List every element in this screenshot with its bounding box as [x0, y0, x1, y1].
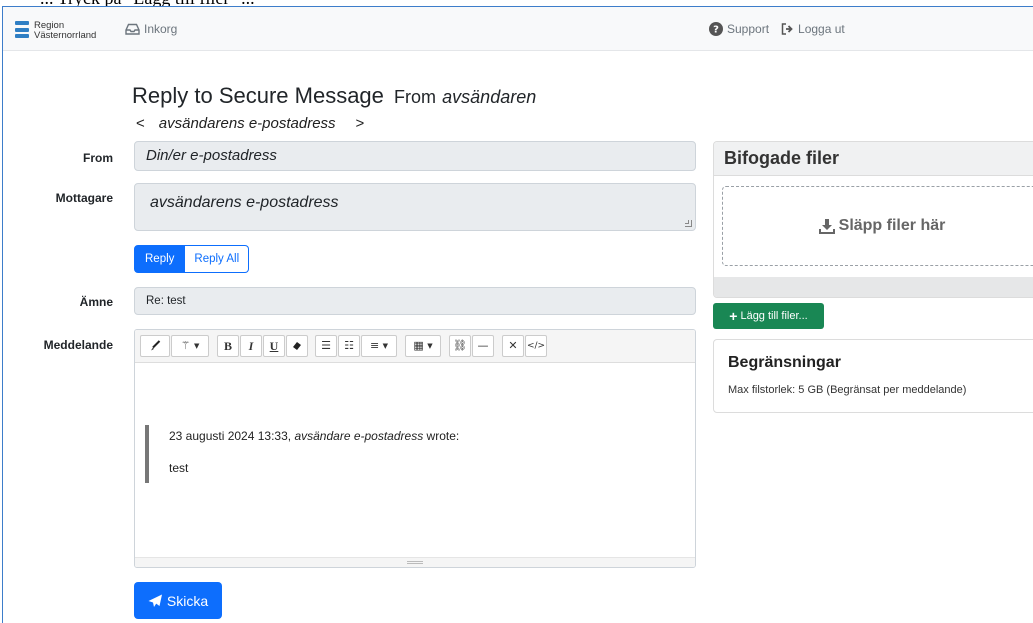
magic-wand-icon: ⚚	[180, 339, 191, 352]
attachments-title: Bifogade filer	[714, 142, 1033, 176]
app-frame: Region Västernorrland Inkorg ? Support L…	[2, 6, 1033, 623]
horizontal-rule-button[interactable]: —	[472, 335, 494, 357]
message-editor: ⚚ ▼ B I U ☰ ☷ ≡ ▼ ▦ ▼ ⛓ — ✕ </> 23 augus…	[134, 329, 696, 568]
italic-button[interactable]: I	[240, 335, 262, 357]
page-title: Reply to Secure Message From avsändaren	[132, 83, 536, 109]
navbar: Region Västernorrland Inkorg ? Support L…	[3, 7, 1033, 51]
bold-button[interactable]: B	[217, 335, 239, 357]
align-icon: ≡	[369, 339, 380, 352]
subject-label: Ämne	[79, 295, 113, 309]
bold-icon: B	[223, 339, 232, 353]
sender-open-bracket: <	[136, 115, 145, 132]
horizontal-rule-icon: —	[477, 339, 489, 352]
nav-inbox-link[interactable]: Inkorg	[125, 22, 177, 36]
svg-text:?: ?	[713, 25, 719, 36]
quote-header: 23 augusti 2024 13:33, avsändare e-posta…	[169, 429, 625, 443]
add-files-label: Lägg till filer...	[740, 310, 808, 322]
download-icon	[818, 219, 835, 234]
paper-plane-icon	[148, 594, 162, 607]
underline-button[interactable]: U	[263, 335, 285, 357]
inbox-icon	[125, 23, 140, 35]
bullet-list-icon: ☰	[321, 339, 331, 352]
limits-card: Begränsningar Max filstorlek: 5 GB (Begr…	[713, 339, 1033, 413]
link-button[interactable]: ⛓	[449, 335, 471, 357]
reply-all-button[interactable]: Reply All	[185, 245, 250, 273]
send-label: Skicka	[166, 592, 209, 609]
sign-out-icon	[781, 23, 793, 35]
quote-sender: avsändare e-postadress	[294, 429, 424, 443]
ordered-list-icon: ☷	[344, 339, 354, 352]
chevron-down-icon: ▼	[193, 342, 200, 350]
recipient-value: avsändarens e-postadress	[150, 194, 339, 211]
chevron-down-icon: ▼	[427, 342, 433, 350]
logo-line-2: Västernorrland	[34, 30, 97, 41]
from-field[interactable]: Din/er e-postadress	[134, 141, 696, 171]
sender-address-line: < avsändarens e-postadress >	[136, 115, 364, 132]
logo-icon	[15, 21, 29, 38]
quote-wrote: wrote:	[426, 429, 460, 443]
page-title-sender-name: avsändaren	[442, 87, 537, 107]
magic-style-dropdown[interactable]: ⚚ ▼	[171, 335, 209, 357]
italic-icon: I	[248, 339, 254, 353]
code-icon: </>	[526, 341, 546, 351]
eraser-icon	[293, 342, 301, 350]
logo-text: Region Västernorrland	[34, 21, 96, 41]
page-title-from: From	[394, 87, 437, 107]
file-dropzone[interactable]: Släpp filer här	[722, 186, 1033, 266]
subject-field[interactable]: Re: test	[134, 287, 696, 315]
nav-inbox-label: Inkorg	[144, 22, 178, 36]
link-icon: ⛓	[453, 339, 467, 352]
message-label: Meddelande	[43, 338, 113, 352]
page-title-text: Reply to Secure Message	[132, 83, 384, 108]
eraser-button[interactable]	[286, 335, 308, 357]
attachments-card: Bifogade filer Släpp filer här	[713, 141, 1033, 298]
quoted-message: 23 augusti 2024 13:33, avsändare e-posta…	[145, 425, 625, 483]
plus-icon: +	[729, 308, 738, 324]
support-label: Support	[727, 22, 770, 36]
brush-icon	[151, 340, 161, 351]
editor-body[interactable]: 23 augusti 2024 13:33, avsändare e-posta…	[135, 363, 695, 558]
resize-grip-icon[interactable]	[685, 220, 692, 227]
send-button[interactable]: Skicka	[134, 582, 222, 619]
from-label: From	[83, 151, 113, 165]
quote-date: 23 augusti 2024 13:33,	[169, 429, 292, 443]
code-view-button[interactable]: </>	[525, 335, 547, 357]
reply-toggle-group: Reply Reply All	[134, 245, 250, 273]
dropzone-label: Släpp filer här	[838, 217, 946, 234]
ordered-list-button[interactable]: ☷	[338, 335, 360, 357]
support-link[interactable]: ? Support	[709, 22, 769, 36]
grip-icon	[407, 561, 423, 564]
fullscreen-button[interactable]: ✕	[502, 335, 524, 357]
nav-right: ? Support Logga ut	[709, 22, 845, 36]
question-circle-icon: ?	[709, 22, 723, 36]
add-files-button[interactable]: + Lägg till filer...	[713, 303, 824, 329]
attachments-footer	[714, 277, 1033, 297]
align-dropdown[interactable]: ≡ ▼	[361, 335, 397, 357]
table-dropdown[interactable]: ▦ ▼	[405, 335, 441, 357]
underline-icon: U	[269, 339, 279, 353]
sender-address: avsändarens e-postadress	[158, 115, 336, 132]
limits-text: Max filstorlek: 5 GB (Begränsat per medd…	[728, 384, 967, 396]
editor-toolbar: ⚚ ▼ B I U ☰ ☷ ≡ ▼ ▦ ▼ ⛓ — ✕ </>	[135, 330, 695, 363]
bullet-list-button[interactable]: ☰	[315, 335, 337, 357]
recipient-field[interactable]: avsändarens e-postadress	[134, 183, 696, 231]
chevron-down-icon: ▼	[382, 342, 389, 350]
quote-body: test	[169, 461, 189, 475]
style-brush-button[interactable]	[140, 335, 170, 357]
limits-title: Begränsningar	[728, 354, 841, 371]
table-icon: ▦	[413, 339, 424, 352]
reply-button[interactable]: Reply	[134, 245, 186, 273]
logout-label: Logga ut	[798, 22, 845, 36]
recipient-label: Mottagare	[55, 191, 113, 205]
logout-link[interactable]: Logga ut	[781, 22, 845, 36]
editor-resize-bar[interactable]	[135, 557, 695, 567]
fullscreen-icon: ✕	[508, 339, 518, 352]
sender-close-bracket: >	[355, 115, 365, 132]
logo[interactable]: Region Västernorrland	[15, 21, 96, 41]
